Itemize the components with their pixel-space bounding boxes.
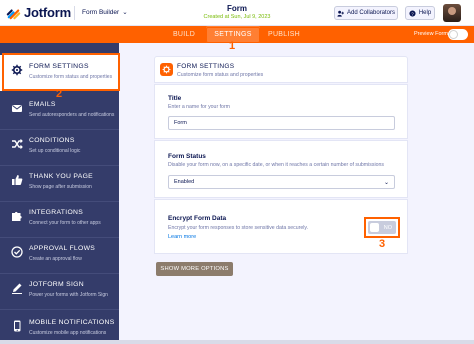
form-status-select[interactable]: Enabled ⌄ [168,175,395,189]
sidebar-item-title: INTEGRATIONS [29,209,84,216]
form-status-value: Enabled [174,179,195,185]
form-title: Form [227,4,247,13]
sidebar-item-desc: Connect your form to other apps [29,220,101,226]
gear-icon [162,65,171,74]
sidebar-item-desc: Customize mobile app notifications [29,330,107,336]
settings-header-icon [160,63,173,76]
chevron-down-icon: ⌄ [383,180,389,186]
annotation-number-2: 2 [56,88,63,100]
sidebar-item-desc: Power your forms with Jotform Sign [29,292,108,298]
title-input[interactable]: Form [168,116,395,130]
sidebar-item-thank-you-page[interactable]: THANK YOU PAGE Show page after submissio… [0,165,119,201]
title-setting-panel: Title Enter a name for your form Form [154,84,408,139]
approval-icon [11,246,23,258]
title-label: Title [168,95,182,102]
tab-build[interactable]: BUILD [166,26,202,43]
sidebar-item-desc: Show page after submission [29,184,92,190]
help-icon: ? [409,9,416,17]
sidebar-item-conditions[interactable]: CONDITIONS Set up conditional logic [0,129,119,165]
encrypt-label: Encrypt Form Data [168,215,227,222]
preview-form-label: Preview Form [414,31,448,37]
sidebar-item-desc: Set up conditional logic [29,148,81,154]
sidebar-item-title: CONDITIONS [29,137,75,144]
sidebar-item-title: THANK YOU PAGE [29,173,94,180]
shuffle-icon [12,139,23,149]
sidebar-item-desc: Send autoresponders and notifications [29,112,115,118]
help-button[interactable]: ? Help [405,6,435,20]
show-more-options-button[interactable]: SHOW MORE OPTIONS [156,262,233,276]
form-status-panel: Form Status Disable your form now, on a … [154,140,408,198]
form-status-desc: Disable your form now, on a specific dat… [168,162,384,168]
puzzle-icon [12,211,22,221]
form-settings-header: FORM SETTINGS Customize form status and … [154,56,408,83]
sidebar-item-approval-flows[interactable]: APPROVAL FLOWS Create an approval flow [0,237,119,273]
envelope-icon [12,105,22,112]
annotation-number-3: 3 [379,238,386,250]
add-collaborators-button[interactable]: Add Collaborators [334,6,398,20]
sidebar-item-title: JOTFORM SIGN [29,281,84,288]
sidebar-item-jotform-sign[interactable]: JOTFORM SIGN Power your forms with Jotfo… [0,273,119,309]
mobile-icon [14,320,21,332]
help-label: Help [418,10,432,16]
preview-form-toggle[interactable] [448,29,468,40]
form-created-date: Created at Sun, Jul 9, 2023 [203,14,271,20]
pen-icon [12,283,22,294]
title-desc: Enter a name for your form [168,104,230,110]
form-settings-highlight [2,53,120,91]
top-header: Jotform Form Builder ⌄ Form Created at S… [0,0,474,26]
main-header-desc: Customize form status and properties [177,72,264,78]
thumbs-up-icon [12,175,23,185]
bottom-strip [0,340,474,344]
add-collaborators-label: Add Collaborators [346,10,396,16]
form-status-label: Form Status [168,153,206,160]
encrypt-desc: Encrypt your form responses to store sen… [168,225,309,231]
tab-publish[interactable]: PUBLISH [264,26,304,43]
learn-more-link[interactable]: Learn more [168,234,196,240]
settings-tab-highlight [206,27,260,43]
main-header-title: FORM SETTINGS [177,63,235,70]
sidebar-item-title: APPROVAL FLOWS [29,245,96,252]
sidebar-item-title: EMAILS [29,101,56,108]
encrypt-toggle-highlight [364,217,400,238]
user-avatar[interactable] [443,4,461,22]
sidebar-item-desc: Create an approval flow [29,256,82,262]
sidebar-item-integrations[interactable]: INTEGRATIONS Connect your form to other … [0,201,119,237]
add-user-icon [337,10,344,17]
sidebar-item-title: MOBILE NOTIFICATIONS [29,319,115,326]
sidebar-divider [0,309,119,310]
